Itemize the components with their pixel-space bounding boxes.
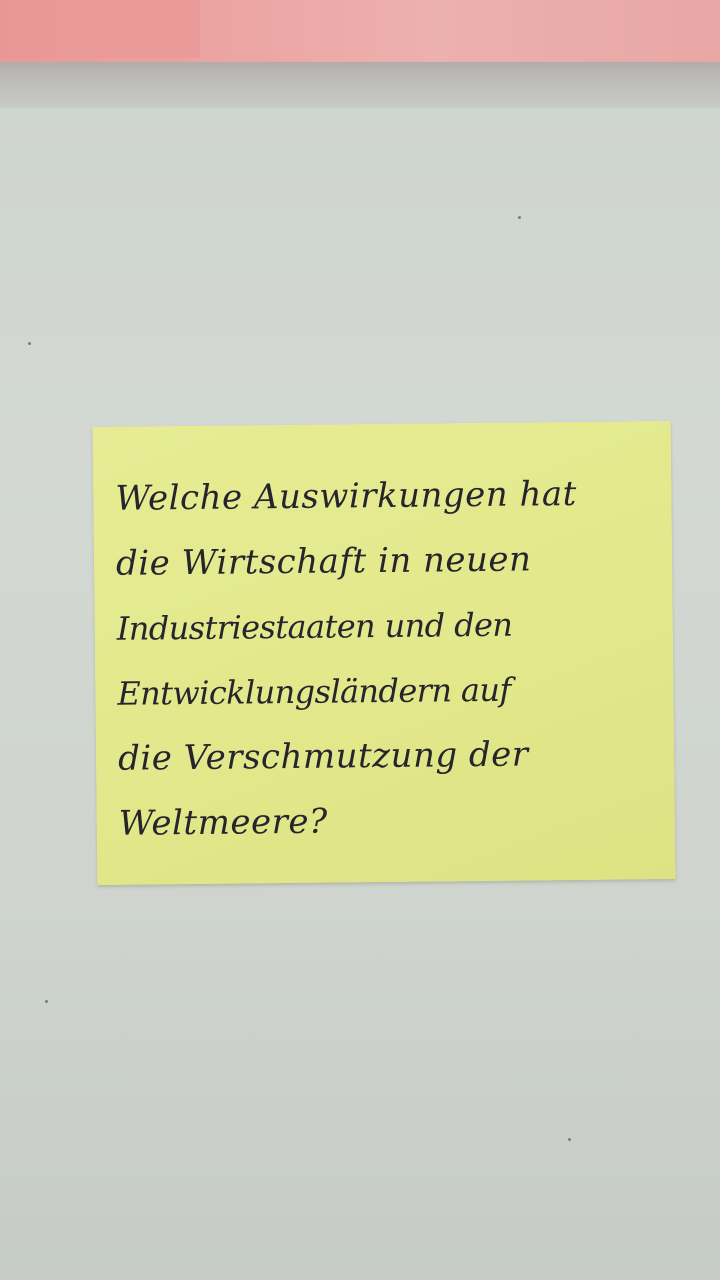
note-line-5: die Verschmutzung der bbox=[117, 734, 529, 779]
note-line-3: Industriestaaten und den bbox=[116, 605, 513, 648]
wall-speck bbox=[28, 342, 31, 345]
note-line-1: Welche Auswirkungen hat bbox=[115, 473, 578, 519]
wall-speck bbox=[568, 1138, 571, 1141]
note-line-6: Weltmeere? bbox=[118, 801, 328, 844]
sticky-note: Welche Auswirkungen hat die Wirtschaft i… bbox=[92, 420, 676, 886]
wall-speck bbox=[45, 1000, 48, 1003]
pink-paper-strip bbox=[0, 0, 720, 62]
note-question: Welche Auswirkungen hat die Wirtschaft i… bbox=[115, 461, 669, 857]
pink-paper-overlap bbox=[0, 0, 200, 58]
note-line-2: die Wirtschaft in neuen bbox=[115, 539, 532, 584]
wall-speck bbox=[518, 216, 521, 219]
note-line-4: Entwicklungsländern auf bbox=[117, 670, 511, 713]
